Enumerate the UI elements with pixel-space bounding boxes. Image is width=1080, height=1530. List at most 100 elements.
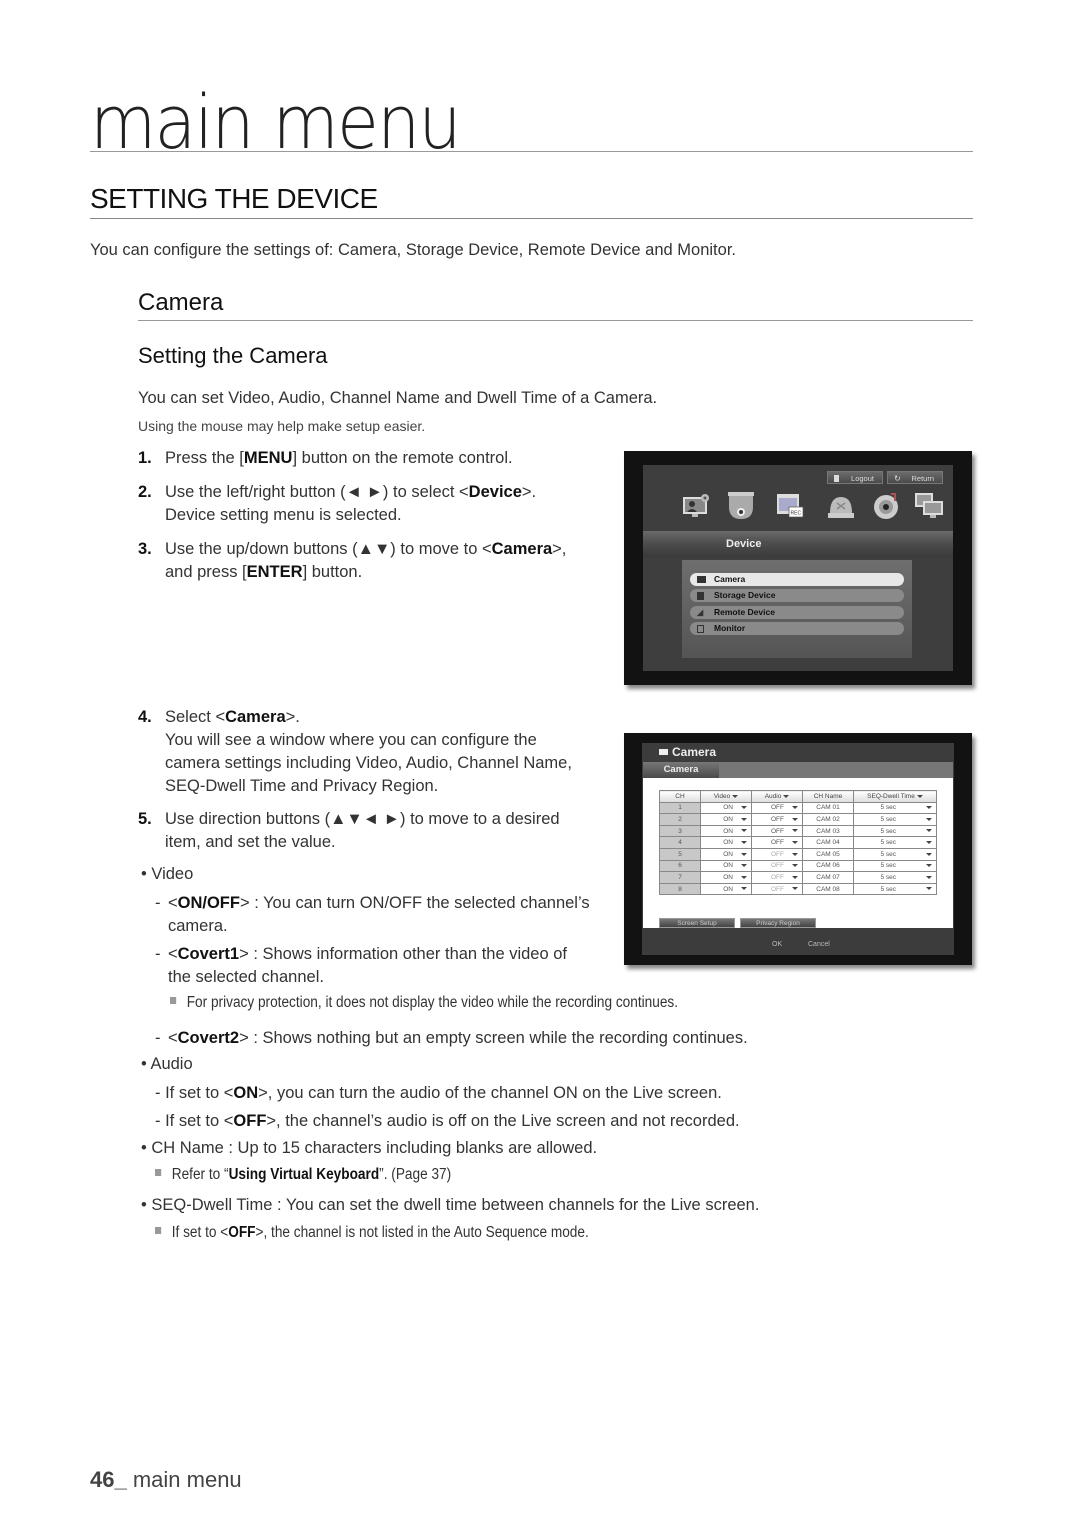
chevron-down-icon xyxy=(926,864,932,868)
privacy-region-button[interactable]: Privacy Region xyxy=(740,918,816,928)
cell-audio-select[interactable]: OFF xyxy=(751,859,803,873)
table-row: 2 ON OFF CAM 02 5 sec xyxy=(659,813,937,826)
subsubsection-title: Setting the Camera xyxy=(138,343,328,368)
cell-ch-name[interactable]: CAM 05 xyxy=(802,847,854,861)
subsection-title: Camera xyxy=(138,289,224,316)
logout-button[interactable]: Logout xyxy=(827,471,883,484)
chevron-down-icon xyxy=(926,840,932,844)
camera-settings-panel: CH Video Audio CH Name SEQ-Dwell Time 1O… xyxy=(643,778,953,928)
header-ch-name: CH Name xyxy=(802,790,854,803)
chevron-down-icon xyxy=(792,875,798,879)
cell-ch-name[interactable]: CAM 04 xyxy=(802,836,854,849)
cell-dwell-select[interactable]: 5 sec xyxy=(853,847,937,861)
chevron-down-icon xyxy=(741,887,747,891)
cell-ch: 7 xyxy=(659,871,701,884)
cell-video-select[interactable]: ON xyxy=(700,801,752,815)
main-menu-icons: REC xyxy=(681,491,943,527)
cell-video-select[interactable]: ON xyxy=(700,813,752,826)
camera-icon xyxy=(659,749,668,755)
device-menu-item-monitor[interactable]: Monitor xyxy=(690,622,904,635)
table-row: 5 ON OFF CAM 05 5 sec xyxy=(659,847,937,861)
table-row: 6 ON OFF CAM 06 5 sec xyxy=(659,859,937,873)
page-number: 46_ xyxy=(90,1467,127,1492)
cell-dwell-select[interactable]: 5 sec xyxy=(853,859,937,873)
cell-audio-select[interactable]: OFF xyxy=(751,813,803,826)
cell-ch: 5 xyxy=(659,847,701,861)
cell-ch: 3 xyxy=(659,824,701,838)
cell-ch-name[interactable]: CAM 02 xyxy=(802,813,854,826)
chevron-down-icon xyxy=(741,864,747,868)
cell-dwell-select[interactable]: 5 sec xyxy=(853,813,937,826)
note-icon xyxy=(170,997,177,1005)
chevron-down-icon xyxy=(926,829,932,833)
cell-dwell-select[interactable]: 5 sec xyxy=(853,824,937,838)
cell-dwell-select[interactable]: 5 sec xyxy=(853,836,937,849)
section-title: SETTING THE DEVICE xyxy=(90,183,378,214)
device-submenu: Camera Storage Device ◢ Remote Device Mon… xyxy=(682,560,912,658)
return-button[interactable]: ↻ Return xyxy=(887,471,943,484)
cell-audio-select[interactable]: OFF xyxy=(751,882,803,896)
cell-ch-name[interactable]: CAM 06 xyxy=(802,859,854,873)
device-bar: Device xyxy=(643,531,953,557)
table-row: 3 ON OFF CAM 03 5 sec xyxy=(659,824,937,838)
ok-button[interactable]: OK xyxy=(772,941,782,948)
cell-ch: 4 xyxy=(659,836,701,849)
section-divider xyxy=(90,218,973,219)
header-audio[interactable]: Audio xyxy=(751,790,803,803)
chname-note: Refer to “Using Virtual Keyboard”. (Page… xyxy=(155,1166,451,1184)
cell-audio-select[interactable]: OFF xyxy=(751,847,803,861)
cell-dwell-select[interactable]: 5 sec xyxy=(853,882,937,896)
intro-text: You can configure the settings of: Camer… xyxy=(90,241,736,259)
network-icon[interactable] xyxy=(913,491,945,521)
cell-ch-name[interactable]: CAM 01 xyxy=(802,801,854,815)
event-icon[interactable] xyxy=(871,491,903,521)
step-2: 2. Use the left/right button (◄ ►) to sel… xyxy=(138,483,537,524)
device-menu-item-remote[interactable]: ◢ Remote Device xyxy=(690,606,904,619)
cell-ch: 2 xyxy=(659,813,701,826)
cell-ch: 6 xyxy=(659,859,701,873)
cell-ch-name[interactable]: CAM 08 xyxy=(802,882,854,896)
cell-video-select[interactable]: ON xyxy=(700,859,752,873)
step-4: 4. Select <Camera>. You will see a window… xyxy=(138,708,572,795)
record-schedule-icon[interactable]: REC xyxy=(775,491,807,521)
table-row: 8 ON OFF CAM 08 5 sec xyxy=(659,882,937,896)
chevron-down-icon xyxy=(741,829,747,833)
cancel-button[interactable]: Cancel xyxy=(808,941,830,948)
cell-video-select[interactable]: ON xyxy=(700,836,752,849)
cell-video-select[interactable]: ON xyxy=(700,871,752,884)
system-setup-icon[interactable] xyxy=(681,491,713,521)
chevron-down-icon xyxy=(792,829,798,833)
camera-settings-screenshot: Camera Camera CH Video Audio CH Name SEQ… xyxy=(624,733,972,965)
cell-audio-select[interactable]: OFF xyxy=(751,836,803,849)
cell-video-select[interactable]: ON xyxy=(700,882,752,896)
chapter-divider xyxy=(90,151,973,152)
cell-video-select[interactable]: ON xyxy=(700,824,752,838)
cell-video-select[interactable]: ON xyxy=(700,847,752,861)
header-video[interactable]: Video xyxy=(700,790,752,803)
audio-on-item: - If set to <ON>, you can turn the audio… xyxy=(155,1084,722,1102)
cell-dwell-select[interactable]: 5 sec xyxy=(853,871,937,884)
cell-ch-name[interactable]: CAM 03 xyxy=(802,824,854,838)
footer-label: main menu xyxy=(126,1467,242,1492)
chevron-down-icon xyxy=(792,840,798,844)
cell-ch-name[interactable]: CAM 07 xyxy=(802,871,854,884)
tab-camera[interactable]: Camera xyxy=(643,762,719,778)
subsection-divider xyxy=(138,320,973,321)
step-3: 3. Use the up/down buttons (▲▼) to move t… xyxy=(138,540,567,581)
device-menu-item-camera[interactable]: Camera xyxy=(690,573,904,586)
cell-audio-select[interactable]: OFF xyxy=(751,871,803,884)
header-seq-dwell[interactable]: SEQ-Dwell Time xyxy=(853,790,937,803)
tab-bar: Camera xyxy=(643,762,953,778)
chevron-down-icon xyxy=(792,817,798,821)
covert1-note: For privacy protection, it does not disp… xyxy=(170,994,678,1012)
video-covert1-item: - <Covert1> : Shows information other tha… xyxy=(155,945,568,986)
cell-audio-select[interactable]: OFF xyxy=(751,824,803,838)
screen-setup-button[interactable]: Screen Setup xyxy=(659,918,735,928)
device-menu-item-storage[interactable]: Storage Device xyxy=(690,589,904,602)
table-row: 7 ON OFF CAM 07 5 sec xyxy=(659,871,937,884)
cell-dwell-select[interactable]: 5 sec xyxy=(853,801,937,815)
device-icon[interactable] xyxy=(725,491,757,521)
cell-audio-select[interactable]: OFF xyxy=(751,801,803,815)
record-icon[interactable] xyxy=(825,491,857,521)
lead-text: You can set Video, Audio, Channel Name a… xyxy=(138,389,658,407)
